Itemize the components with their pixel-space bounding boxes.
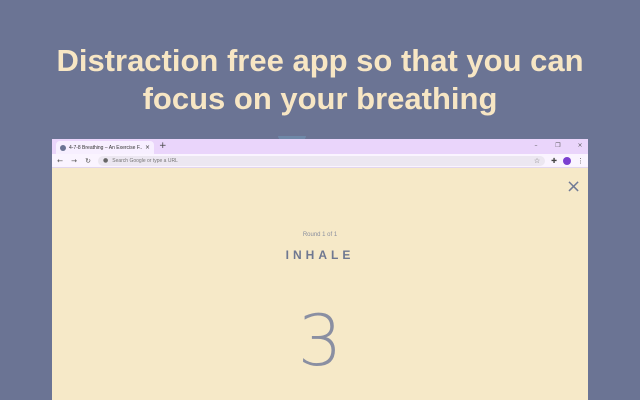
browser-window: 4-7-8 Breathing – An Exercise F... × + –… [52,139,588,400]
search-icon: ● [103,157,109,164]
round-indicator: Round 1 of 1 [302,232,338,238]
headline-line-1: Distraction free app so that you can [56,43,584,78]
new-tab-button[interactable]: + [159,141,167,152]
window-controls: – ❐ × [532,140,584,152]
bookmark-star-icon[interactable]: ☆ [534,157,540,165]
breathing-phase: INHALE [285,248,355,262]
address-bar[interactable]: ● Search Google or type a URL ☆ [98,155,546,166]
promo-headline: Distraction free app so that you can foc… [0,42,640,118]
maximize-icon[interactable]: ❐ [554,140,562,152]
close-window-icon[interactable]: × [576,140,584,152]
kebab-menu-icon[interactable]: ⋮ [577,157,584,165]
headline-line-2: focus on your breathing [142,81,498,116]
tab-close-icon[interactable]: × [145,144,150,151]
back-arrow-icon[interactable]: ← [56,156,64,166]
minimize-icon[interactable]: – [532,140,540,152]
address-placeholder: Search Google or type a URL [112,157,178,164]
browser-toolbar: ← → ↻ ● Search Google or type a URL ☆ ✚ … [52,154,588,168]
favicon-icon [60,144,66,151]
forward-arrow-icon[interactable]: → [70,156,78,166]
tab-bar: 4-7-8 Breathing – An Exercise F... × + –… [52,139,588,154]
countdown-number: 3 [297,300,343,382]
profile-avatar-icon[interactable] [563,156,571,165]
close-icon[interactable]: × [566,177,581,197]
tab-title: 4-7-8 Breathing – An Exercise F... [69,144,142,151]
tab-active[interactable]: 4-7-8 Breathing – An Exercise F... × [56,141,154,154]
reload-icon[interactable]: ↻ [84,156,92,166]
extensions-puzzle-icon[interactable]: ✚ [551,157,557,165]
